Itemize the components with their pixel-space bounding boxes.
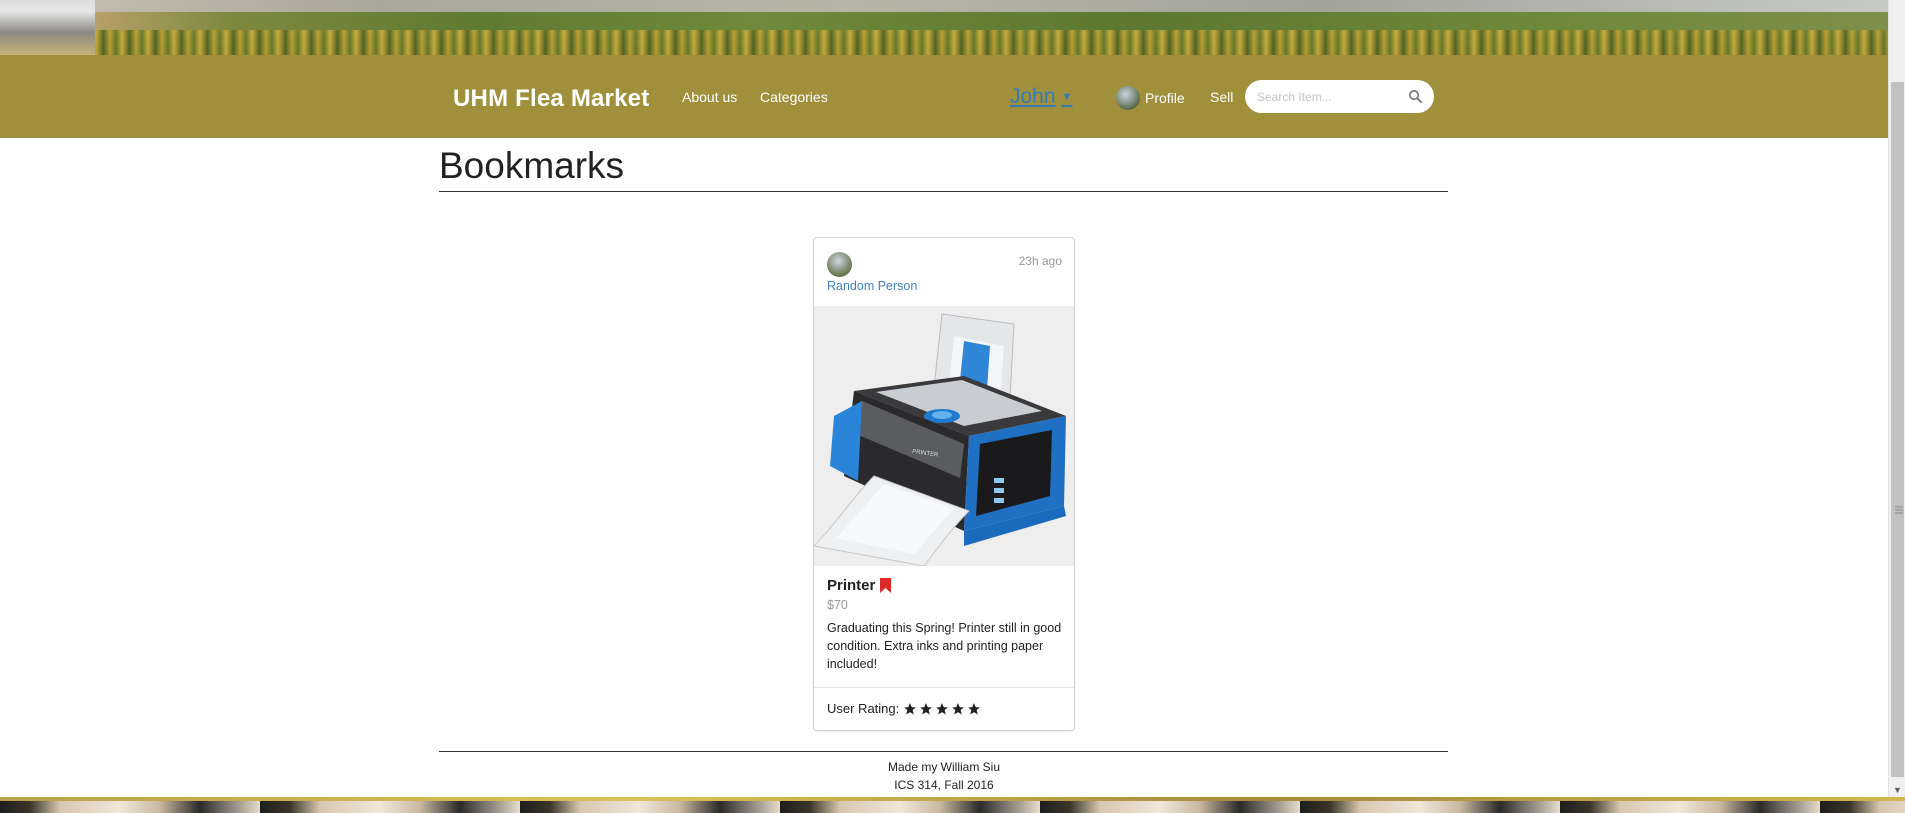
header-background-photo: [0, 0, 1888, 55]
search-box: [1245, 80, 1434, 113]
search-input[interactable]: [1257, 87, 1402, 107]
card-body: Printer $70 Graduating this Spring! Prin…: [827, 577, 1063, 673]
seller-avatar[interactable]: [827, 252, 852, 277]
card-divider: [814, 687, 1074, 688]
scroll-grip-icon: [1895, 506, 1903, 514]
bookmark-icon[interactable]: [880, 578, 892, 593]
nav-profile-label: Profile: [1145, 90, 1185, 106]
page-title: Bookmarks: [439, 145, 625, 186]
star-icon: [920, 702, 933, 715]
rating-label: User Rating:: [827, 701, 900, 716]
nav-about-link[interactable]: About us: [682, 89, 737, 105]
navbar: UHM Flea Market About us Categories John…: [0, 55, 1888, 138]
user-name: John: [1010, 85, 1056, 108]
item-title: Printer: [827, 577, 1063, 594]
seller-name-link[interactable]: Random Person: [827, 279, 917, 293]
footer-divider: [439, 751, 1448, 752]
item-image[interactable]: PRINTER: [814, 306, 1074, 566]
profile-avatar: [1116, 86, 1140, 110]
nav-categories-link[interactable]: Categories: [760, 89, 828, 105]
footer-credit: Made my William Siu: [887, 760, 1001, 774]
user-rating: User Rating:: [827, 701, 983, 716]
item-price: $70: [827, 598, 848, 612]
title-divider: [439, 191, 1448, 192]
footer-background-photo: [0, 797, 1905, 813]
printer-illustration: PRINTER: [814, 313, 1066, 566]
search-icon[interactable]: [1408, 89, 1423, 104]
scroll-down-arrow-icon[interactable]: ▼: [1893, 785, 1902, 795]
footer-course: ICS 314, Fall 2016: [894, 778, 994, 792]
bookmark-card[interactable]: 23h ago Random Person PRINTER Printer $7…: [813, 237, 1075, 731]
star-icon: [952, 702, 965, 715]
star-icon: [968, 702, 981, 715]
caret-down-icon: ▼: [1061, 91, 1073, 104]
item-description: Graduating this Spring! Printer still in…: [827, 621, 1062, 671]
nav-profile-link[interactable]: Profile: [1116, 85, 1185, 111]
star-icon: [936, 702, 949, 715]
post-time: 23h ago: [1018, 254, 1062, 268]
scrollbar-thumb[interactable]: [1891, 82, 1904, 777]
vertical-scrollbar[interactable]: ▼: [1888, 0, 1905, 797]
rating-stars: [903, 702, 983, 716]
user-dropdown[interactable]: John ▼: [1010, 85, 1072, 109]
item-name[interactable]: Printer: [827, 577, 875, 594]
star-icon: [904, 702, 917, 715]
nav-sell-link[interactable]: Sell: [1210, 89, 1233, 105]
brand-logo-link[interactable]: UHM Flea Market: [453, 85, 649, 113]
